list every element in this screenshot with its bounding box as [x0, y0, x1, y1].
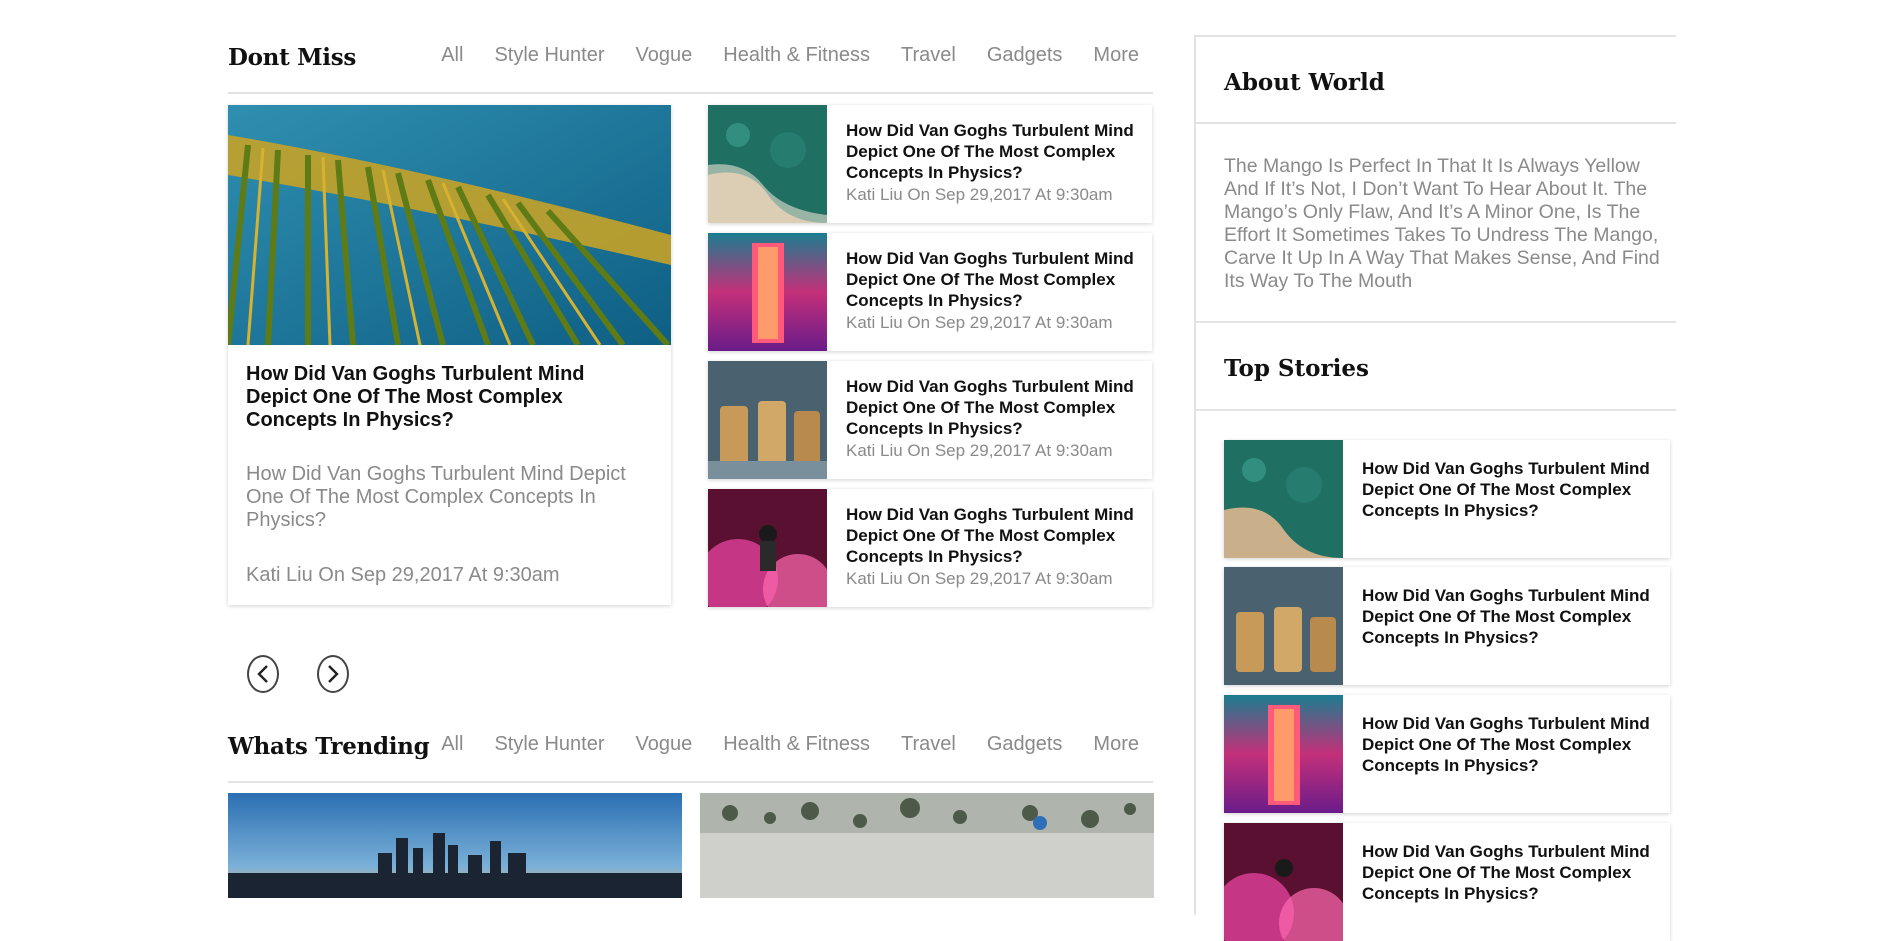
dont-miss-header: Dont Miss All Style Hunter Vogue Health …	[228, 44, 1153, 94]
article-meta: Kati Liu On Sep 29,2017 At 9:30am	[846, 569, 1113, 588]
category-tab-all[interactable]: All	[441, 44, 463, 67]
category-tab-vogue[interactable]: Vogue	[636, 733, 693, 756]
top-story-card[interactable]: How Did Van Goghs Turbulent Mind Depict …	[1224, 823, 1670, 941]
top-story-title[interactable]: How Did Van Goghs Turbulent Mind Depict …	[1362, 458, 1652, 521]
top-story-thumbnail[interactable]	[1224, 440, 1343, 558]
featured-article-meta: Kati Liu On Sep 29,2017 At 9:30am	[246, 564, 560, 586]
article-title[interactable]: How Did Van Goghs Turbulent Mind Depict …	[846, 504, 1136, 567]
top-story-title[interactable]: How Did Van Goghs Turbulent Mind Depict …	[1362, 841, 1652, 904]
sidebar: About World The Mango Is Perfect In That…	[1194, 35, 1676, 941]
category-tab-travel[interactable]: Travel	[901, 44, 956, 67]
divider	[1196, 35, 1676, 37]
top-story-title[interactable]: How Did Van Goghs Turbulent Mind Depict …	[1362, 585, 1652, 648]
article-thumbnail[interactable]	[708, 361, 827, 479]
carousel-next-button[interactable]	[317, 655, 349, 693]
featured-article-image[interactable]	[228, 105, 671, 345]
category-tab-vogue[interactable]: Vogue	[636, 44, 693, 67]
top-story-thumbnail[interactable]	[1224, 567, 1343, 685]
article-thumbnail[interactable]	[708, 105, 827, 223]
divider	[1196, 122, 1676, 124]
top-story-thumbnail[interactable]	[1224, 695, 1343, 813]
divider	[1196, 409, 1676, 411]
top-stories-title: Top Stories	[1224, 355, 1369, 382]
category-tab-health-fitness[interactable]: Health & Fitness	[723, 733, 870, 756]
carousel-prev-button[interactable]	[247, 655, 279, 693]
article-card[interactable]: How Did Van Goghs Turbulent Mind Depict …	[708, 105, 1152, 223]
category-tab-travel[interactable]: Travel	[901, 733, 956, 756]
section-title: Whats Trending	[228, 733, 430, 760]
top-story-card[interactable]: How Did Van Goghs Turbulent Mind Depict …	[1224, 440, 1670, 558]
article-card[interactable]: How Did Van Goghs Turbulent Mind Depict …	[708, 361, 1152, 479]
article-meta: Kati Liu On Sep 29,2017 At 9:30am	[846, 185, 1113, 204]
category-tab-more[interactable]: More	[1093, 44, 1139, 67]
chevron-right-icon	[328, 665, 339, 683]
article-card[interactable]: How Did Van Goghs Turbulent Mind Depict …	[708, 233, 1152, 351]
top-story-title[interactable]: How Did Van Goghs Turbulent Mind Depict …	[1362, 713, 1652, 776]
category-tab-gadgets[interactable]: Gadgets	[987, 44, 1063, 67]
top-story-card[interactable]: How Did Van Goghs Turbulent Mind Depict …	[1224, 567, 1670, 685]
featured-article-card[interactable]: How Did Van Goghs Turbulent Mind Depict …	[228, 105, 671, 605]
top-story-card[interactable]: How Did Van Goghs Turbulent Mind Depict …	[1224, 695, 1670, 813]
category-tab-health-fitness[interactable]: Health & Fitness	[723, 44, 870, 67]
article-meta: Kati Liu On Sep 29,2017 At 9:30am	[846, 313, 1113, 332]
trending-article-image[interactable]	[700, 793, 1154, 898]
article-meta: Kati Liu On Sep 29,2017 At 9:30am	[846, 441, 1113, 460]
category-tab-all[interactable]: All	[441, 733, 463, 756]
article-title[interactable]: How Did Van Goghs Turbulent Mind Depict …	[846, 248, 1136, 311]
article-card[interactable]: How Did Van Goghs Turbulent Mind Depict …	[708, 489, 1152, 607]
trending-article-image[interactable]	[228, 793, 682, 898]
chevron-left-icon	[257, 665, 268, 683]
top-story-thumbnail[interactable]	[1224, 823, 1343, 941]
category-tab-style-hunter[interactable]: Style Hunter	[494, 44, 604, 67]
category-tab-style-hunter[interactable]: Style Hunter	[494, 733, 604, 756]
category-nav: All Style Hunter Vogue Health & Fitness …	[441, 44, 1139, 67]
divider	[1196, 321, 1676, 323]
article-title[interactable]: How Did Van Goghs Turbulent Mind Depict …	[846, 120, 1136, 183]
article-title[interactable]: How Did Van Goghs Turbulent Mind Depict …	[846, 376, 1136, 439]
category-nav: All Style Hunter Vogue Health & Fitness …	[441, 733, 1139, 756]
article-thumbnail[interactable]	[708, 489, 827, 607]
category-tab-gadgets[interactable]: Gadgets	[987, 733, 1063, 756]
featured-article-title[interactable]: How Did Van Goghs Turbulent Mind Depict …	[246, 363, 646, 432]
about-title: About World	[1224, 69, 1385, 96]
category-tab-more[interactable]: More	[1093, 733, 1139, 756]
whats-trending-header: Whats Trending All Style Hunter Vogue He…	[228, 733, 1153, 783]
featured-article-description: How Did Van Goghs Turbulent Mind Depict …	[246, 463, 626, 531]
section-title: Dont Miss	[228, 44, 357, 71]
article-thumbnail[interactable]	[708, 233, 827, 351]
about-text: The Mango Is Perfect In That It Is Alway…	[1224, 155, 1660, 292]
